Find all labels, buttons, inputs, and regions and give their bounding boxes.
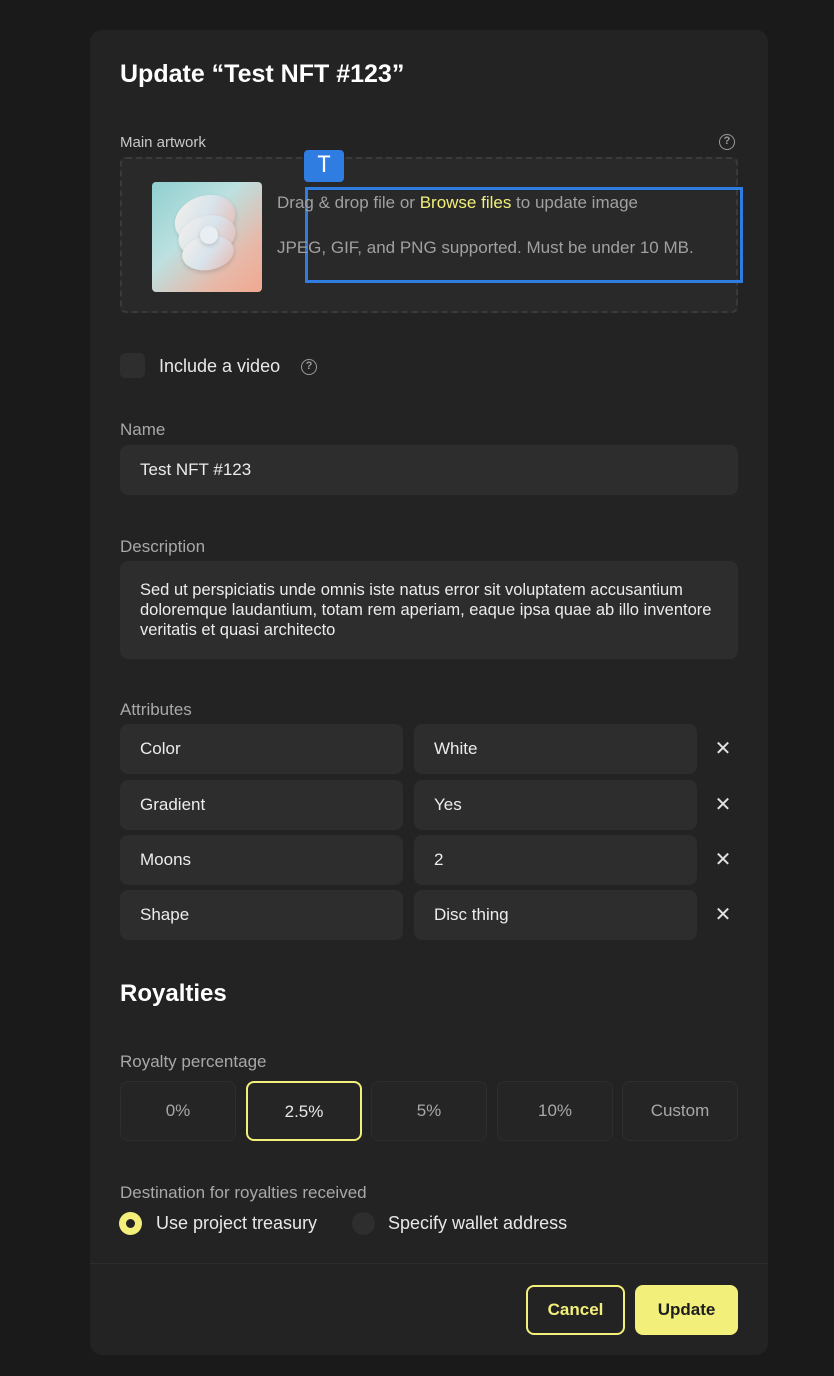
attribute-key-input[interactable]: Shape bbox=[120, 890, 403, 940]
update-button[interactable]: Update bbox=[635, 1285, 738, 1335]
description-label: Description bbox=[120, 537, 206, 556]
project-treasury-label: Use project treasury bbox=[156, 1213, 318, 1233]
artwork-thumbnail bbox=[152, 182, 262, 292]
wallet-address-label: Specify wallet address bbox=[388, 1213, 568, 1233]
modal-title: Update “Test NFT #123” bbox=[120, 60, 405, 88]
remove-attribute-icon[interactable]: ✕ bbox=[713, 795, 733, 815]
name-label: Name bbox=[120, 420, 166, 439]
remove-attribute-icon[interactable]: ✕ bbox=[713, 850, 733, 870]
main-artwork-label: Main artwork bbox=[120, 134, 206, 151]
dropzone-text: Drag & drop file or Browse files to upda… bbox=[277, 191, 707, 259]
include-video-checkbox[interactable] bbox=[120, 353, 145, 378]
radio-wallet-address[interactable] bbox=[352, 1212, 375, 1235]
remove-attribute-icon[interactable]: ✕ bbox=[713, 739, 733, 759]
attribute-value-input[interactable]: Disc thing bbox=[414, 890, 697, 940]
help-icon[interactable]: ? bbox=[301, 359, 317, 375]
cancel-button[interactable]: Cancel bbox=[526, 1285, 625, 1335]
attribute-value-input[interactable]: Yes bbox=[414, 780, 697, 830]
browse-files-link[interactable]: Browse files bbox=[420, 193, 512, 212]
text-tool-icon[interactable]: T bbox=[304, 150, 344, 182]
royalty-destination-label: Destination for royalties received bbox=[120, 1183, 367, 1202]
attributes-label: Attributes bbox=[120, 700, 192, 719]
royalty-percentage-label: Royalty percentage bbox=[120, 1052, 267, 1071]
attribute-value-input[interactable]: White bbox=[414, 724, 697, 774]
include-video-label: Include a video bbox=[159, 356, 281, 376]
radio-project-treasury[interactable] bbox=[119, 1212, 142, 1235]
attribute-value-input[interactable]: 2 bbox=[414, 835, 697, 885]
help-icon[interactable]: ? bbox=[719, 134, 735, 150]
footer-divider bbox=[90, 1263, 768, 1264]
royalty-option-2-5[interactable]: 2.5% bbox=[246, 1081, 362, 1141]
artwork-dropzone[interactable]: T Drag & drop file or Browse files to up… bbox=[120, 150, 743, 313]
drag-drop-text: Drag & drop file or bbox=[277, 193, 420, 212]
supported-formats-text: JPEG, GIF, and PNG supported. Must be un… bbox=[277, 238, 694, 257]
attribute-key-input[interactable]: Moons bbox=[120, 835, 403, 885]
royalty-option-5[interactable]: 5% bbox=[371, 1081, 487, 1141]
update-nft-modal: Update “Test NFT #123” Main artwork ? T … bbox=[90, 30, 768, 1355]
royalty-option-custom[interactable]: Custom bbox=[622, 1081, 738, 1141]
royalty-option-0[interactable]: 0% bbox=[120, 1081, 236, 1141]
attribute-key-input[interactable]: Color bbox=[120, 724, 403, 774]
royalty-option-10[interactable]: 10% bbox=[497, 1081, 613, 1141]
name-input[interactable]: Test NFT #123 bbox=[120, 445, 738, 495]
drag-drop-suffix: to update image bbox=[511, 193, 638, 212]
attribute-key-input[interactable]: Gradient bbox=[120, 780, 403, 830]
description-textarea[interactable]: Sed ut perspiciatis unde omnis iste natu… bbox=[120, 561, 738, 659]
royalties-heading: Royalties bbox=[120, 980, 227, 1007]
remove-attribute-icon[interactable]: ✕ bbox=[713, 905, 733, 925]
